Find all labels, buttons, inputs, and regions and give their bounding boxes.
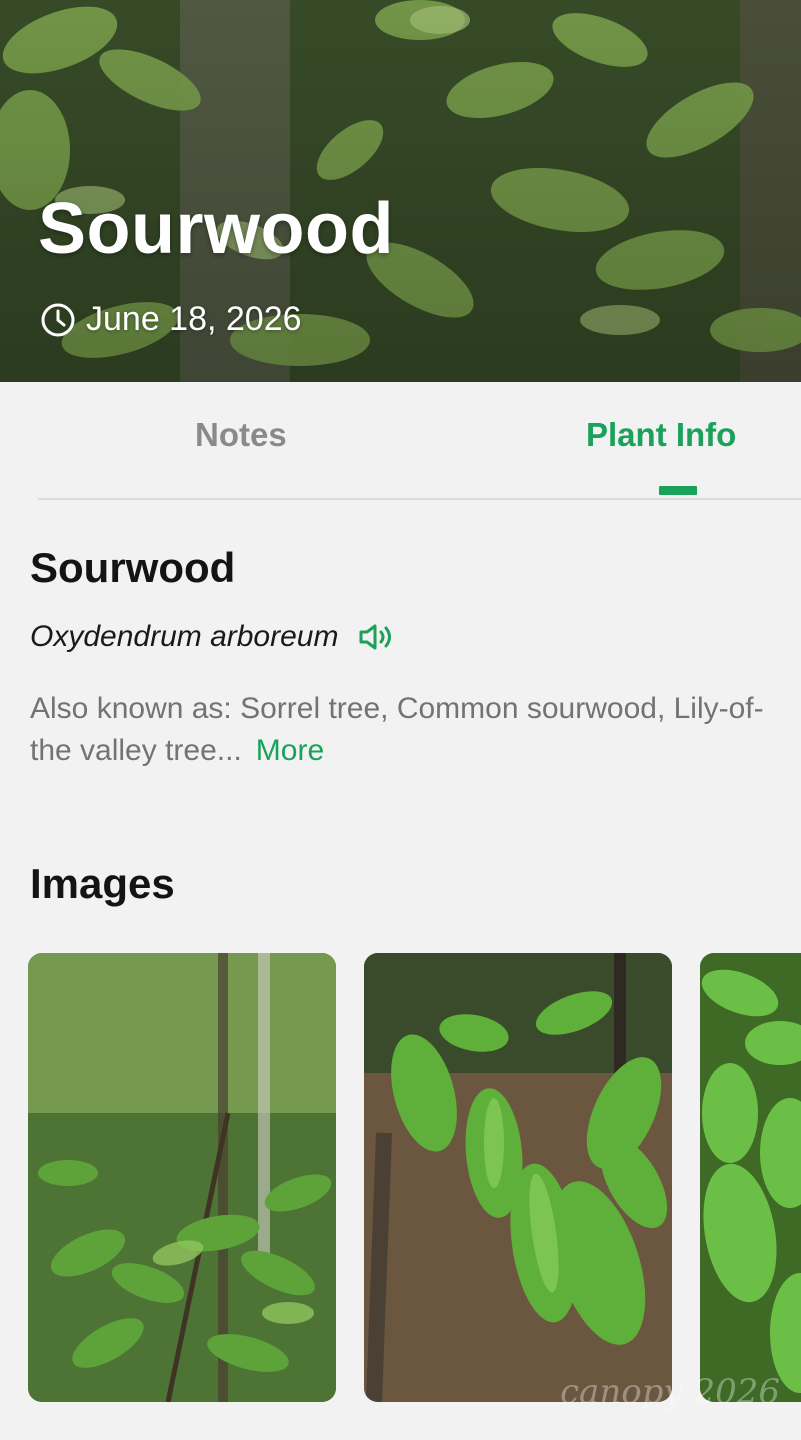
hero-title: Sourwood (38, 189, 394, 269)
tab-bar: Notes Plant Info (0, 382, 801, 500)
watermark: canopy 2026 (560, 1372, 780, 1412)
plant-image-thumbnail-3[interactable] (700, 953, 801, 1402)
also-known-as-line-1: Also known as: Sorrel tree, Common sourw… (30, 692, 764, 725)
scientific-name-row: Oxydendrum arboreum (30, 620, 396, 654)
thumbnail-photo-3 (700, 953, 801, 1402)
clock-icon (41, 303, 75, 336)
plant-scientific-name: Oxydendrum arboreum (30, 620, 339, 653)
plant-common-name: Sourwood (30, 544, 236, 591)
active-tab-indicator (659, 486, 697, 495)
tab-notes[interactable]: Notes (195, 416, 287, 454)
hero-header: Sourwood June 18, 2026 (0, 0, 801, 382)
plant-image-thumbnail-1[interactable] (28, 953, 336, 1402)
tab-divider (38, 498, 801, 500)
images-section-title: Images (30, 860, 175, 907)
also-known-as-line-2: the valley tree... More (30, 730, 324, 772)
thumbnail-photo-1 (28, 953, 336, 1402)
hero-date: June 18, 2026 (86, 300, 302, 338)
tab-plant-info[interactable]: Plant Info (586, 416, 736, 454)
thumbnail-photo-2 (364, 953, 672, 1402)
more-link[interactable]: More (256, 734, 324, 767)
hero-date-row: June 18, 2026 (40, 300, 302, 339)
speaker-icon[interactable] (358, 622, 396, 652)
also-known-as-text: the valley tree... (30, 734, 242, 767)
plant-image-thumbnail-2[interactable] (364, 953, 672, 1402)
